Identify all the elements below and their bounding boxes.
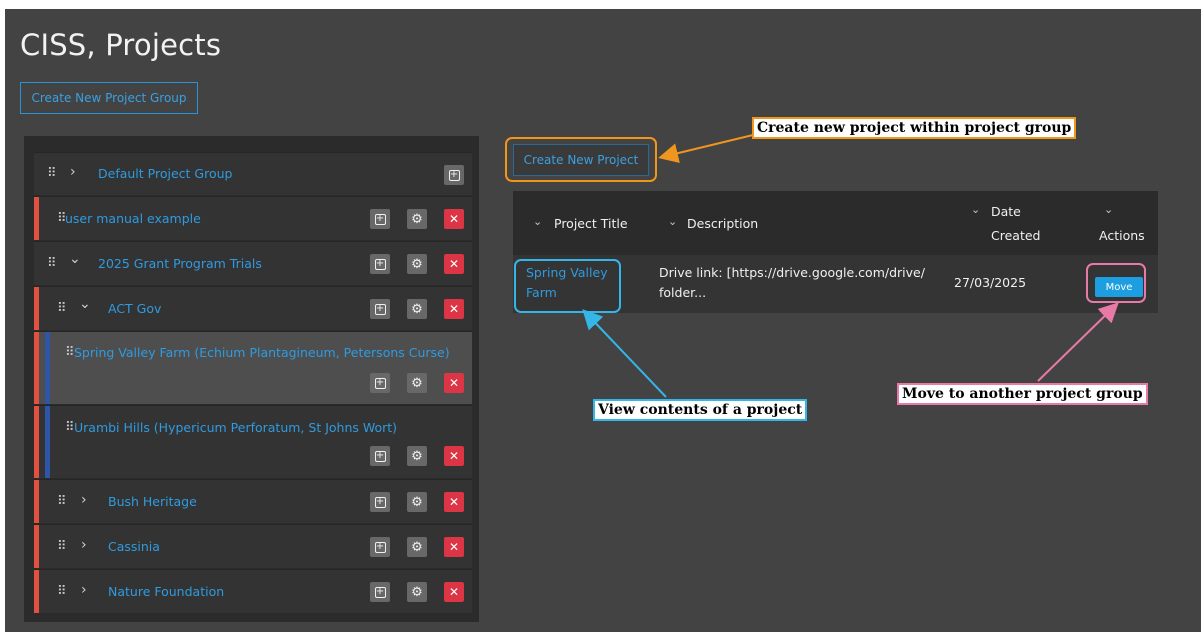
arrow-move (1037, 302, 1119, 382)
callout-view-contents: View contents of a project (593, 399, 808, 421)
callout-move: Move to another project group (897, 383, 1148, 405)
app-screen: CISS, Projects Create New Project Group … (5, 9, 1201, 632)
annotation-arrows (582, 134, 1119, 398)
arrow-create-project (658, 134, 754, 163)
arrow-view-contents (582, 309, 667, 398)
callout-create-project: Create new project within project group (752, 117, 1077, 139)
